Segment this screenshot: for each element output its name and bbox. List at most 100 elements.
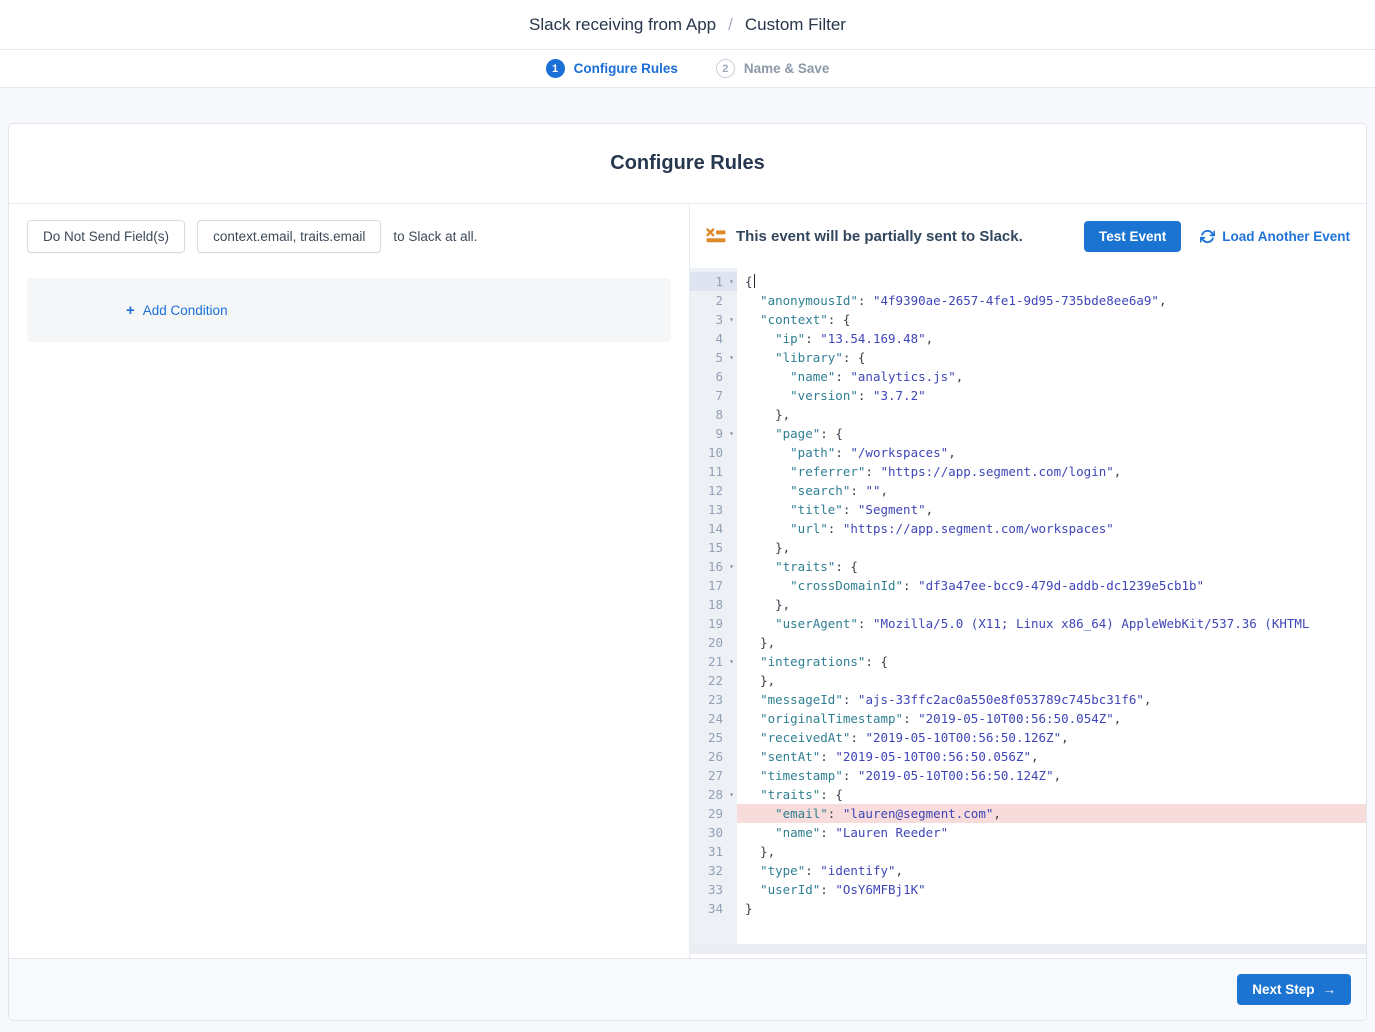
editor-line[interactable]: 26 "sentAt": "2019-05-10T00:56:50.056Z", bbox=[690, 747, 1366, 766]
editor-line[interactable]: 12 "search": "", bbox=[690, 481, 1366, 500]
load-another-event-button[interactable]: Load Another Event bbox=[1200, 229, 1350, 244]
next-step-button[interactable]: Next Step → bbox=[1237, 974, 1351, 1005]
code-line-content: "search": "", bbox=[737, 481, 1366, 500]
breadcrumb-page: Custom Filter bbox=[745, 15, 846, 35]
code-line-content: }, bbox=[737, 538, 1366, 557]
editor-line[interactable]: 16▾ "traits": { bbox=[690, 557, 1366, 576]
code-line-content: "version": "3.7.2" bbox=[737, 386, 1366, 405]
editor-line[interactable]: 9▾ "page": { bbox=[690, 424, 1366, 443]
editor-line[interactable]: 19 "userAgent": "Mozilla/5.0 (X11; Linux… bbox=[690, 614, 1366, 633]
line-number: 16▾ bbox=[690, 557, 737, 576]
editor-line[interactable]: 17 "crossDomainId": "df3a47ee-bcc9-479d-… bbox=[690, 576, 1366, 595]
line-number: 30 bbox=[690, 823, 737, 842]
line-number: 21▾ bbox=[690, 652, 737, 671]
step-name-save[interactable]: 2 Name & Save bbox=[716, 59, 830, 78]
code-line-content: }, bbox=[737, 671, 1366, 690]
editor-horizontal-scrollbar[interactable] bbox=[690, 944, 1366, 954]
stepper: 1 Configure Rules 2 Name & Save bbox=[0, 50, 1375, 88]
code-line-content: "messageId": "ajs-33ffc2ac0a550e8f053789… bbox=[737, 690, 1366, 709]
editor-line[interactable]: 3▾ "context": { bbox=[690, 310, 1366, 329]
editor-line[interactable]: 23 "messageId": "ajs-33ffc2ac0a550e8f053… bbox=[690, 690, 1366, 709]
editor-line[interactable]: 14 "url": "https://app.segment.com/works… bbox=[690, 519, 1366, 538]
code-line-content: "title": "Segment", bbox=[737, 500, 1366, 519]
json-editor[interactable]: 1▾{2 "anonymousId": "4f9390ae-2657-4fe1-… bbox=[690, 268, 1366, 944]
editor-line[interactable]: 25 "receivedAt": "2019-05-10T00:56:50.12… bbox=[690, 728, 1366, 747]
fold-arrow-icon[interactable]: ▾ bbox=[729, 652, 734, 671]
editor-line[interactable]: 34} bbox=[690, 899, 1366, 918]
editor-line[interactable]: 33 "userId": "OsY6MFBj1K" bbox=[690, 880, 1366, 899]
configure-rules-card: Configure Rules Do Not Send Field(s) con… bbox=[8, 123, 1367, 1021]
rule-fields-selector[interactable]: context.email, traits.email bbox=[197, 220, 381, 253]
fold-arrow-icon[interactable]: ▾ bbox=[729, 310, 734, 329]
editor-line[interactable]: 1▾{ bbox=[690, 272, 1366, 291]
editor-line[interactable]: 11 "referrer": "https://app.segment.com/… bbox=[690, 462, 1366, 481]
editor-line[interactable]: 7 "version": "3.7.2" bbox=[690, 386, 1366, 405]
fold-arrow-icon[interactable]: ▾ bbox=[729, 272, 734, 291]
step-configure-rules[interactable]: 1 Configure Rules bbox=[546, 59, 678, 78]
event-preview-panel: This event will be partially sent to Sla… bbox=[690, 204, 1366, 958]
line-number: 26 bbox=[690, 747, 737, 766]
code-line-content: }, bbox=[737, 633, 1366, 652]
text-cursor bbox=[754, 274, 756, 288]
code-line-content: }, bbox=[737, 405, 1366, 424]
line-number: 27 bbox=[690, 766, 737, 785]
editor-line[interactable]: 21▾ "integrations": { bbox=[690, 652, 1366, 671]
code-line-content: "library": { bbox=[737, 348, 1366, 367]
code-line-content: }, bbox=[737, 842, 1366, 861]
breadcrumb-destination[interactable]: Slack receiving from App bbox=[529, 15, 716, 35]
code-line-content: "page": { bbox=[737, 424, 1366, 443]
editor-line[interactable]: 18 }, bbox=[690, 595, 1366, 614]
line-number: 15 bbox=[690, 538, 737, 557]
load-another-event-label: Load Another Event bbox=[1222, 229, 1350, 244]
code-line-content: { bbox=[737, 272, 1366, 291]
line-number: 25 bbox=[690, 728, 737, 747]
rule-row: Do Not Send Field(s) context.email, trai… bbox=[27, 220, 671, 253]
line-number: 14 bbox=[690, 519, 737, 538]
editor-line[interactable]: 20 }, bbox=[690, 633, 1366, 652]
line-number: 18 bbox=[690, 595, 737, 614]
line-number: 5▾ bbox=[690, 348, 737, 367]
code-line-content: "timestamp": "2019-05-10T00:56:50.124Z", bbox=[737, 766, 1366, 785]
fold-arrow-icon[interactable]: ▾ bbox=[729, 557, 734, 576]
editor-line[interactable]: 2 "anonymousId": "4f9390ae-2657-4fe1-9d9… bbox=[690, 291, 1366, 310]
fold-arrow-icon[interactable]: ▾ bbox=[729, 348, 734, 367]
refresh-icon bbox=[1200, 229, 1215, 244]
line-number: 20 bbox=[690, 633, 737, 652]
line-number: 2 bbox=[690, 291, 737, 310]
editor-line[interactable]: 32 "type": "identify", bbox=[690, 861, 1366, 880]
editor-line[interactable]: 5▾ "library": { bbox=[690, 348, 1366, 367]
editor-line[interactable]: 30 "name": "Lauren Reeder" bbox=[690, 823, 1366, 842]
add-condition-button[interactable]: + Add Condition bbox=[126, 302, 228, 319]
line-number: 3▾ bbox=[690, 310, 737, 329]
fold-arrow-icon[interactable]: ▾ bbox=[729, 785, 734, 804]
editor-line[interactable]: 6 "name": "analytics.js", bbox=[690, 367, 1366, 386]
editor-line[interactable]: 4 "ip": "13.54.169.48", bbox=[690, 329, 1366, 348]
editor-line[interactable]: 8 }, bbox=[690, 405, 1366, 424]
line-number: 13 bbox=[690, 500, 737, 519]
top-bar: Slack receiving from App / Custom Filter bbox=[0, 0, 1375, 50]
editor-line[interactable]: 13 "title": "Segment", bbox=[690, 500, 1366, 519]
code-line-content: "integrations": { bbox=[737, 652, 1366, 671]
rule-suffix-text: to Slack at all. bbox=[393, 229, 477, 244]
line-number: 34 bbox=[690, 899, 737, 918]
rule-action-selector[interactable]: Do Not Send Field(s) bbox=[27, 220, 185, 253]
editor-line[interactable]: 29 "email": "lauren@segment.com", bbox=[690, 804, 1366, 823]
editor-line[interactable]: 24 "originalTimestamp": "2019-05-10T00:5… bbox=[690, 709, 1366, 728]
line-number: 24 bbox=[690, 709, 737, 728]
code-line-content: "referrer": "https://app.segment.com/log… bbox=[737, 462, 1366, 481]
editor-line[interactable]: 10 "path": "/workspaces", bbox=[690, 443, 1366, 462]
editor-line[interactable]: 22 }, bbox=[690, 671, 1366, 690]
event-status-text: This event will be partially sent to Sla… bbox=[736, 228, 1023, 245]
code-line-content: "path": "/workspaces", bbox=[737, 443, 1366, 462]
rule-builder-panel: Do Not Send Field(s) context.email, trai… bbox=[9, 204, 690, 958]
line-number: 1▾ bbox=[690, 272, 737, 291]
editor-line[interactable]: 15 }, bbox=[690, 538, 1366, 557]
editor-line[interactable]: 28▾ "traits": { bbox=[690, 785, 1366, 804]
fold-arrow-icon[interactable]: ▾ bbox=[729, 424, 734, 443]
next-step-label: Next Step bbox=[1252, 982, 1314, 997]
editor-line[interactable]: 31 }, bbox=[690, 842, 1366, 861]
test-event-button[interactable]: Test Event bbox=[1084, 221, 1181, 252]
editor-line[interactable]: 27 "timestamp": "2019-05-10T00:56:50.124… bbox=[690, 766, 1366, 785]
event-status-row: This event will be partially sent to Sla… bbox=[690, 204, 1366, 268]
code-line-content: "email": "lauren@segment.com", bbox=[737, 804, 1366, 823]
